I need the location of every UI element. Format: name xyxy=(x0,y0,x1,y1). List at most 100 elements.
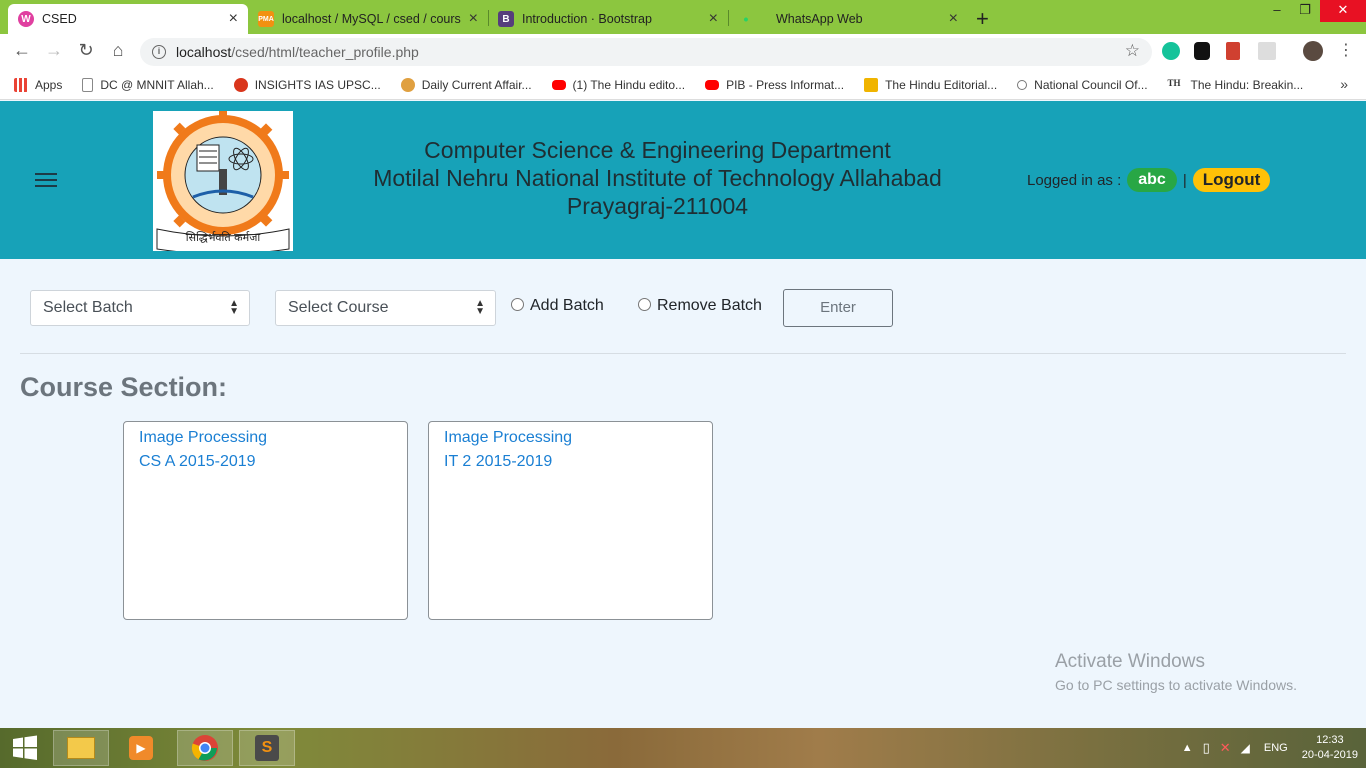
new-tab-button[interactable]: + xyxy=(976,6,989,32)
course-name-link[interactable]: Image Processing xyxy=(444,426,697,450)
hamburger-menu-icon[interactable] xyxy=(35,173,57,187)
add-batch-radio[interactable] xyxy=(511,297,524,311)
browser-tab-strip: W CSED × PMA localhost / MySQL / csed / … xyxy=(0,0,1366,34)
course-batch-link[interactable]: IT 2 2015-2019 xyxy=(444,450,697,474)
start-button[interactable] xyxy=(0,730,50,766)
course-batch-link[interactable]: CS A 2015-2019 xyxy=(139,450,392,474)
select-course-dropdown[interactable]: Select Course ▲ ▼ xyxy=(275,290,496,326)
language-indicator[interactable]: ENG xyxy=(1264,742,1288,754)
windows-taskbar: ▶ S ▲ ▯ ✕ ◢ ENG 12:33 20-04-2019 xyxy=(0,728,1366,768)
person-icon xyxy=(400,77,415,92)
clock-time: 12:33 xyxy=(1316,734,1344,746)
profile-avatar[interactable] xyxy=(1303,41,1323,61)
volume-icon[interactable]: ◢ xyxy=(1241,741,1250,755)
bookmark-label: The Hindu Editorial... xyxy=(885,77,998,92)
pma-icon: PMA xyxy=(258,11,274,27)
tab-csed[interactable]: W CSED × xyxy=(8,4,248,34)
tab-whatsapp[interactable]: • WhatsApp Web × xyxy=(728,4,968,34)
course-card[interactable]: Image Processing CS A 2015-2019 xyxy=(123,421,408,620)
enter-button[interactable]: Enter xyxy=(783,289,893,327)
close-icon[interactable]: × xyxy=(709,10,718,28)
forward-arrow-icon[interactable]: → xyxy=(42,40,66,61)
pdf-extension-icon[interactable] xyxy=(1226,42,1240,60)
bookmark-item[interactable]: (1) The Hindu edito... xyxy=(551,78,685,92)
watermark-title: Activate Windows xyxy=(1055,651,1205,672)
grammarly-icon[interactable] xyxy=(1162,42,1180,60)
address-bar[interactable]: i localhost /csed/html/teacher_profile.p… xyxy=(140,38,1152,66)
battery-icon[interactable]: ▯ xyxy=(1203,740,1210,756)
logo-motto: सिद्धिर्भवति कर्मजा xyxy=(185,231,261,244)
course-section-title: Course Section: xyxy=(20,372,228,402)
course-card[interactable]: Image Processing IT 2 2015-2019 xyxy=(428,421,713,620)
window-close-button[interactable]: ✕ xyxy=(1320,0,1366,22)
folder-icon xyxy=(67,737,95,759)
remove-batch-radio[interactable] xyxy=(638,297,651,311)
bookmark-label: National Council Of... xyxy=(1034,77,1148,92)
bookmark-item[interactable]: The Hindu Editorial... xyxy=(864,77,998,92)
clock-date: 20-04-2019 xyxy=(1301,749,1358,761)
tab-title: Introduction · Bootstrap xyxy=(522,12,652,26)
youtube-icon xyxy=(551,79,566,90)
bookmark-label: Daily Current Affair... xyxy=(421,77,532,92)
tab-title: localhost / MySQL / csed / cours xyxy=(282,12,461,26)
logged-in-label: Logged in as : xyxy=(1027,171,1122,189)
url-host: localhost xyxy=(176,44,232,60)
shield-extension-icon[interactable] xyxy=(1194,42,1210,60)
separator: | xyxy=(1182,171,1187,189)
maximize-button[interactable]: ❐ xyxy=(1290,0,1320,22)
select-batch-value: Select Batch xyxy=(43,299,133,316)
menu-dots-icon[interactable]: ⋮ xyxy=(1334,40,1358,60)
department-title: Computer Science & Engineering Departmen… xyxy=(424,137,891,163)
whatsapp-icon: • xyxy=(743,11,749,27)
chrome-taskbar-button[interactable] xyxy=(177,730,233,766)
tab-title: CSED xyxy=(42,12,77,26)
bookmark-item[interactable]: PIB - Press Informat... xyxy=(705,78,844,92)
close-icon[interactable]: × xyxy=(949,10,958,28)
add-batch-option[interactable]: Add Batch xyxy=(511,297,604,315)
chrome-icon xyxy=(191,735,218,761)
globe-icon xyxy=(1017,79,1028,90)
apps-grid-icon xyxy=(14,77,28,92)
bookmark-star-icon[interactable]: ☆ xyxy=(1125,41,1140,61)
reload-icon[interactable]: ↻ xyxy=(74,40,98,61)
bookmark-item[interactable]: TH The Hindu: Breakin... xyxy=(1168,78,1304,92)
tab-phpmyadmin[interactable]: PMA localhost / MySQL / csed / cours × xyxy=(248,4,488,34)
institute-title: Motilal Nehru National Institute of Tech… xyxy=(373,165,942,191)
extension-icon[interactable] xyxy=(1258,42,1276,60)
bookmark-label: The Hindu: Breakin... xyxy=(1190,77,1304,92)
more-bookmarks-icon[interactable]: » xyxy=(1340,76,1348,92)
bookmark-item[interactable]: Daily Current Affair... xyxy=(400,77,532,92)
browser-toolbar: ← → ↻ ⌂ i localhost /csed/html/teacher_p… xyxy=(0,34,1366,70)
username-badge[interactable]: abc xyxy=(1127,168,1177,192)
bookmarks-bar: Apps DC @ MNNIT Allah... INSIGHTS IAS UP… xyxy=(0,70,1366,100)
tab-bootstrap[interactable]: B Introduction · Bootstrap × xyxy=(488,4,728,34)
url-path: /csed/html/teacher_profile.php xyxy=(231,44,419,60)
select-batch-dropdown[interactable]: Select Batch ▲ ▼ xyxy=(30,290,250,326)
clock[interactable]: 12:33 20-04-2019 xyxy=(1302,733,1358,763)
dropdown-caret-icon: ▲ ▼ xyxy=(229,298,239,317)
back-arrow-icon[interactable]: ← xyxy=(10,40,34,61)
close-icon[interactable]: × xyxy=(469,10,478,28)
bookmark-item[interactable]: INSIGHTS IAS UPSC... xyxy=(233,77,381,92)
course-name-link[interactable]: Image Processing xyxy=(139,426,392,450)
bookmark-apps[interactable]: Apps xyxy=(14,77,63,92)
close-icon[interactable]: × xyxy=(229,10,238,28)
media-player-taskbar-button[interactable]: ▶ xyxy=(113,730,169,766)
remove-batch-label: Remove Batch xyxy=(657,297,762,314)
file-explorer-taskbar-button[interactable] xyxy=(53,730,109,766)
minimize-button[interactable]: – xyxy=(1262,0,1292,22)
network-icon[interactable]: ✕ xyxy=(1220,740,1231,756)
activate-windows-watermark: Activate Windows Go to PC settings to ac… xyxy=(1055,651,1297,693)
insights-icon xyxy=(233,77,248,92)
logout-button[interactable]: Logout xyxy=(1192,168,1271,192)
tab-title: WhatsApp Web xyxy=(776,12,863,26)
sublime-taskbar-button[interactable]: S xyxy=(239,730,295,766)
bookmark-item[interactable]: DC @ MNNIT Allah... xyxy=(82,77,214,92)
remove-batch-option[interactable]: Remove Batch xyxy=(638,297,762,315)
home-icon[interactable]: ⌂ xyxy=(106,40,130,61)
info-icon[interactable]: i xyxy=(152,45,166,59)
site-header: सिद्धिर्भवति कर्मजा Computer Science & E… xyxy=(0,101,1366,259)
bookmark-label: Apps xyxy=(35,77,63,92)
chevron-up-icon[interactable]: ▲ xyxy=(1182,742,1193,754)
bookmark-item[interactable]: National Council Of... xyxy=(1017,77,1148,92)
